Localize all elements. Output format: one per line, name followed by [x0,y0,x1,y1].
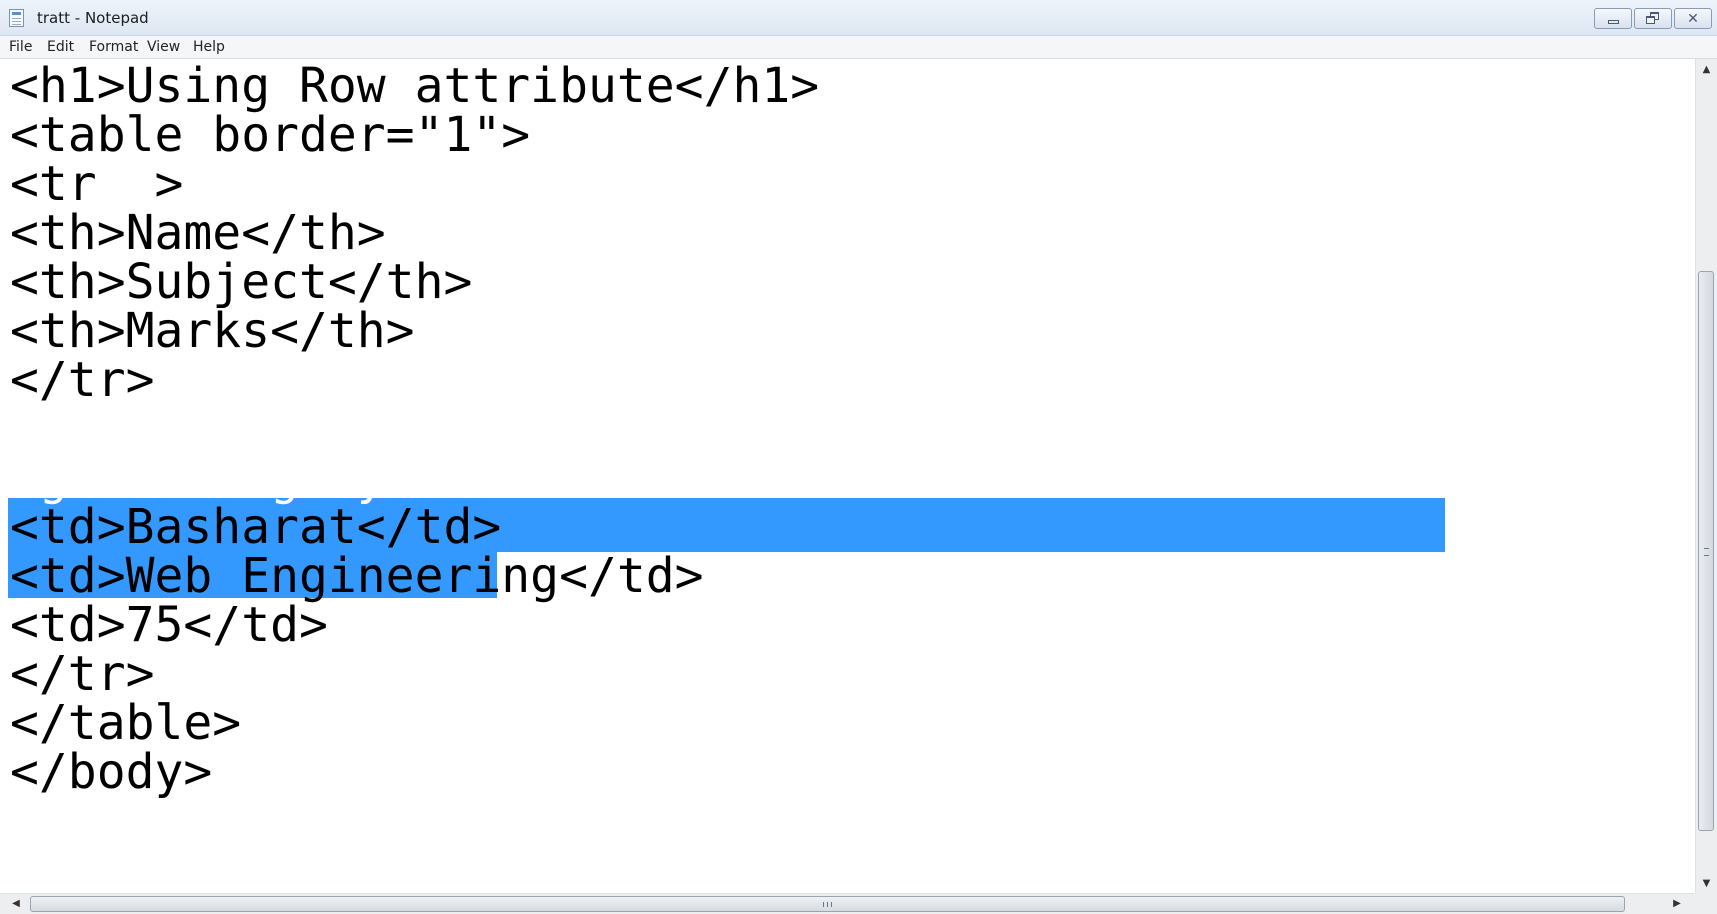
size-grip [1695,893,1717,914]
grip-icon [823,902,832,907]
code-line: </tr> [10,352,155,408]
code-line: <td>75</td> [10,597,328,653]
minimize-button[interactable] [1594,8,1632,29]
notepad-icon [9,9,24,27]
code-line: <tr > [10,156,184,212]
horizontal-scrollbar[interactable]: ◀ ▶ [0,893,1695,914]
horizontal-scroll-thumb[interactable] [30,896,1625,912]
text-editor[interactable]: <h1>Using Row attribute</h1> <table bord… [0,59,1695,893]
vertical-scrollbar[interactable]: ▲ ▼ [1695,59,1717,893]
code-line: <th>Subject</th> [10,254,473,310]
restore-icon [1646,12,1660,25]
restore-button[interactable] [1634,8,1672,29]
code-line: <table border="1"> [10,107,531,163]
minimize-icon [1607,20,1619,24]
menu-bar: File Edit Format View Help [0,36,1717,59]
selected-code-line: <tr height="75" algin="center" valign="t… [10,401,1253,457]
window-title: tratt - Notepad [37,9,149,27]
code-line: <h1>Using Row attribute</h1> [10,59,820,114]
code-line: </body> [10,744,213,800]
grip-icon [1704,548,1709,556]
code-line: </tr> [10,646,155,702]
code-line: <td>Basharat</td> [10,499,502,555]
vertical-scroll-thumb[interactable] [1698,271,1714,831]
scroll-left-arrow-icon[interactable]: ◀ [6,894,26,914]
code-line: <th>Marks</th> [10,303,415,359]
menu-format[interactable]: Format [87,36,140,58]
code-line: <td>Web Engineering</td> [10,548,704,604]
close-icon: ✕ [1687,10,1699,27]
menu-view[interactable]: View [145,36,182,58]
close-button[interactable]: ✕ [1674,8,1712,29]
scroll-up-arrow-icon[interactable]: ▲ [1696,61,1717,79]
scroll-down-arrow-icon[interactable]: ▼ [1696,875,1717,893]
menu-file[interactable]: File [7,36,34,58]
selected-code-line: bgcolor="gray"> [10,450,444,506]
scroll-right-arrow-icon[interactable]: ▶ [1667,894,1687,914]
menu-edit[interactable]: Edit [45,36,76,58]
code-line: </table> [10,695,242,751]
title-bar: tratt - Notepad ✕ [0,0,1717,36]
code-line: <th>Name</th> [10,205,386,261]
menu-help[interactable]: Help [191,36,227,58]
